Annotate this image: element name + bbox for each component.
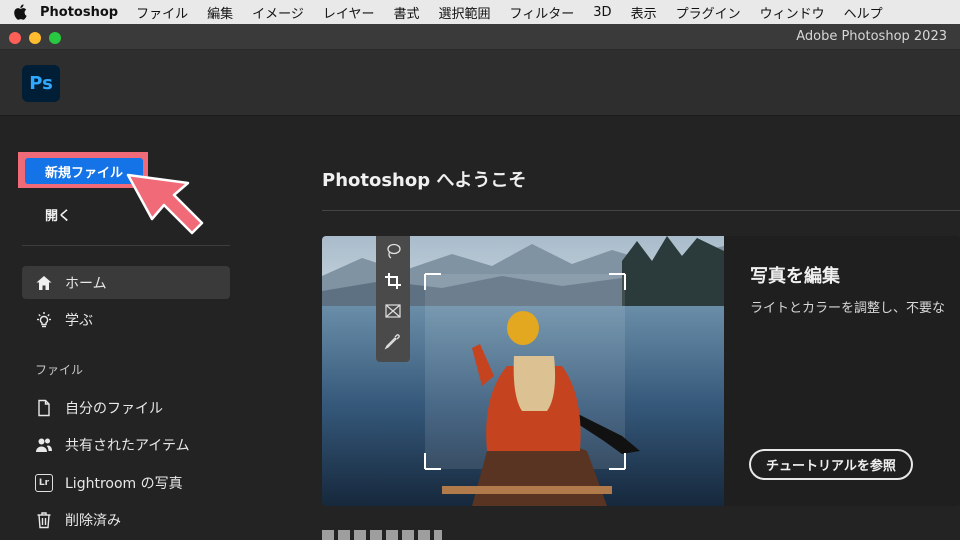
sidebar-item-label: 共有されたアイテム — [65, 437, 190, 454]
photoshop-logo: Ps — [22, 65, 60, 102]
menubar-app-name[interactable]: Photoshop — [40, 5, 118, 20]
sidebar-item-deleted[interactable]: 削除済み — [22, 503, 230, 536]
pointer-arrow-icon — [126, 173, 204, 235]
crop-icon — [385, 273, 401, 289]
cutoff-text-glyphs — [322, 530, 442, 540]
sidebar-item-label: Lightroom の写真 — [65, 475, 183, 492]
photoshop-home-screen: Photoshop ファイル 編集 イメージ レイヤー 書式 選択範囲 フィルタ… — [0, 0, 960, 540]
file-icon — [33, 399, 55, 417]
sidebar: 新規ファイル 開く ホーム 学ぶ ファイル 自分のファイル 共有されたアイテム … — [0, 117, 250, 540]
next-section-heading-partial — [322, 530, 452, 540]
sidebar-item-lightroom[interactable]: Lr Lightroom の写真 — [22, 466, 230, 499]
menu-filter[interactable]: フィルター — [510, 3, 575, 22]
menu-image[interactable]: イメージ — [252, 3, 304, 22]
sidebar-item-label: ホーム — [65, 275, 107, 292]
file-section-label: ファイル — [35, 363, 84, 377]
sidebar-item-label: 学ぶ — [65, 312, 93, 329]
menu-window[interactable]: ウィンドウ — [760, 3, 825, 22]
open-button[interactable]: 開く — [45, 205, 71, 224]
edit-photo-card[interactable]: 写真を編集 ライトとカラーを調整し、不要な チュートリアルを参照 — [322, 236, 960, 506]
sidebar-item-learn[interactable]: 学ぶ — [22, 303, 230, 336]
sidebar-item-my-files[interactable]: 自分のファイル — [22, 391, 230, 424]
zoom-window-button[interactable] — [49, 32, 61, 44]
minimize-window-button[interactable] — [29, 32, 41, 44]
menubar: Photoshop ファイル 編集 イメージ レイヤー 書式 選択範囲 フィルタ… — [0, 0, 960, 24]
apple-icon[interactable] — [0, 4, 40, 20]
menu-select[interactable]: 選択範囲 — [439, 3, 491, 22]
page-title: Photoshop へようこそ — [322, 170, 527, 191]
frame-tool[interactable] — [376, 296, 410, 326]
app-header: Ps — [0, 50, 960, 116]
crop-tool[interactable] — [376, 266, 410, 296]
lasso-tool[interactable] — [376, 236, 410, 266]
home-icon — [33, 274, 55, 292]
menu-3d[interactable]: 3D — [593, 5, 611, 20]
eyedropper-icon — [384, 334, 400, 350]
lightbulb-icon — [33, 311, 55, 329]
menu-plugins[interactable]: プラグイン — [676, 3, 741, 22]
card-title: 写真を編集 — [750, 266, 840, 287]
menu-view[interactable]: 表示 — [631, 3, 657, 22]
menu-file[interactable]: ファイル — [136, 3, 188, 22]
view-tutorial-button[interactable]: チュートリアルを参照 — [749, 449, 913, 480]
menu-edit[interactable]: 編集 — [207, 3, 233, 22]
lightroom-badge: Lr — [35, 473, 53, 492]
sidebar-item-shared[interactable]: 共有されたアイテム — [22, 428, 230, 461]
card-description: ライトとカラーを調整し、不要な — [750, 301, 946, 316]
sidebar-item-label: 削除済み — [65, 512, 121, 529]
close-window-button[interactable] — [9, 32, 21, 44]
main-divider — [322, 210, 960, 211]
trash-icon — [33, 511, 55, 529]
sidebar-item-home[interactable]: ホーム — [22, 266, 230, 299]
menu-help[interactable]: ヘルプ — [844, 3, 883, 22]
sidebar-item-label: 自分のファイル — [65, 400, 163, 417]
tool-panel — [376, 236, 410, 362]
logo-text: Ps — [29, 73, 53, 94]
lasso-icon — [387, 243, 401, 259]
eyedropper-tool[interactable] — [376, 326, 410, 356]
lightroom-icon: Lr — [33, 473, 55, 492]
menu-type[interactable]: 書式 — [394, 3, 420, 22]
menu-layer[interactable]: レイヤー — [323, 3, 375, 22]
sidebar-divider — [22, 245, 230, 246]
frame-icon — [385, 304, 401, 318]
shared-users-icon — [33, 436, 55, 454]
window-title: Adobe Photoshop 2023 — [796, 29, 947, 44]
window-titlebar: Adobe Photoshop 2023 — [0, 24, 960, 50]
